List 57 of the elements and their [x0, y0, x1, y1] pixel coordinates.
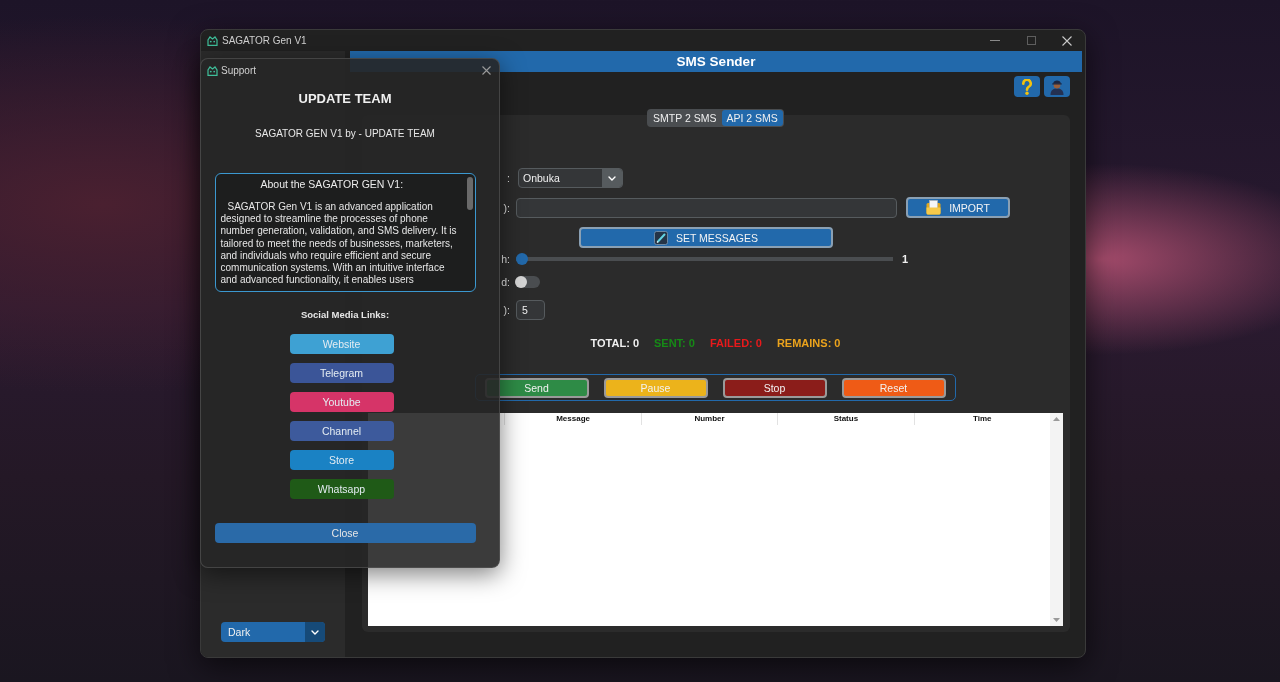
- scroll-down-arrow-icon[interactable]: [1053, 618, 1060, 622]
- chevron-down-icon: [608, 175, 616, 181]
- social-link-button[interactable]: Whatsapp: [289, 479, 394, 499]
- batch-value: 1: [902, 253, 909, 265]
- column-header: Message: [504, 413, 641, 425]
- chevron-down-icon: [311, 629, 319, 635]
- folder-icon: [926, 200, 942, 215]
- social-link-button[interactable]: Channel: [289, 421, 394, 441]
- links-heading: Social Media Links:: [300, 309, 390, 320]
- about-heading: About the SAGATOR GEN V1:: [260, 178, 405, 190]
- scroll-up-arrow-icon[interactable]: [1053, 417, 1060, 421]
- person-icon: [1049, 78, 1065, 95]
- close-icon: [481, 66, 491, 75]
- import-button[interactable]: IMPORT: [906, 197, 1010, 218]
- page-title: SMS Sender: [676, 54, 756, 69]
- tab[interactable]: API 2 SMS: [721, 110, 783, 126]
- about-text: SAGATOR Gen V1 is an advanced application designed to streamline the processes of phone number generation, validation, and SMS delivery. It is tailored to meet the needs of businesses, marketers, and individuals who require efficient and secure communication systems. With an intuitive interface and advanced functionality, it enables users: [220, 201, 458, 287]
- stat-counter: TOTAL: 0: [590, 337, 639, 349]
- provider-label: :: [507, 172, 510, 184]
- app-logo-icon: [207, 65, 218, 76]
- column-header: Number: [640, 413, 778, 425]
- batch-label: h:: [501, 253, 510, 265]
- dialog-heading: UPDATE TEAM: [298, 91, 392, 107]
- app-logo-icon: [207, 35, 218, 46]
- provider-dropdown[interactable]: Onbuka: [518, 168, 623, 188]
- interval-input-field[interactable]: 5: [516, 300, 545, 320]
- social-link-button[interactable]: Telegram: [289, 363, 394, 383]
- question-mark-icon: [1021, 78, 1033, 95]
- close-icon: [1062, 35, 1072, 46]
- minimize-icon: [990, 40, 1000, 41]
- close-button[interactable]: Close: [214, 523, 476, 543]
- table-scrollbar[interactable]: [1050, 413, 1063, 626]
- social-link-button[interactable]: Store: [289, 450, 394, 470]
- dialog-title: Support: [221, 65, 257, 76]
- pencil-icon: [653, 230, 668, 245]
- window-title: SAGATOR Gen V1: [222, 35, 307, 46]
- stat-counter: SENT: 0: [654, 337, 695, 349]
- stat-counter: FAILED: 0: [709, 337, 762, 349]
- thread-switch[interactable]: [515, 276, 540, 288]
- social-link-button[interactable]: Youtube: [289, 392, 394, 412]
- scrollbar-thumb[interactable]: [466, 177, 473, 210]
- recipients-input-field[interactable]: [516, 197, 897, 218]
- stat-counter: REMAINS: 0: [776, 337, 841, 349]
- dialog-subtitle: SAGATOR GEN V1 by - UPDATE TEAM: [255, 128, 435, 140]
- column-header: Status: [777, 413, 914, 425]
- action-button[interactable]: Stop: [722, 377, 827, 398]
- thread-label: d:: [501, 276, 510, 288]
- column-header: Time: [913, 413, 1050, 425]
- action-button[interactable]: Reset: [841, 377, 946, 398]
- about-textbox[interactable]: [214, 173, 476, 292]
- set-messages-button[interactable]: SET MESSAGES: [579, 227, 833, 248]
- recipients-label: ):: [503, 201, 510, 214]
- interval-label: ):: [503, 304, 510, 316]
- slider-thumb[interactable]: [516, 253, 528, 265]
- appearance-mode-dropdown[interactable]: Dark: [221, 622, 325, 642]
- maximize-icon: [1026, 36, 1036, 45]
- help-button[interactable]: [1014, 76, 1040, 97]
